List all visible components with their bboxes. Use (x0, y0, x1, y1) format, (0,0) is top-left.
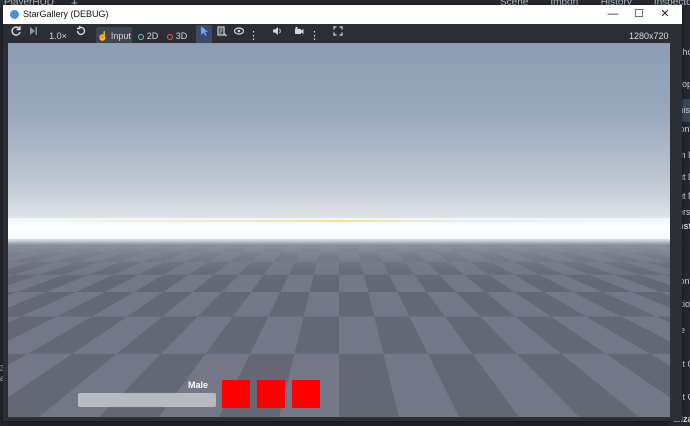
pointer-icon: ☝ (97, 31, 109, 41)
checkered-ground (8, 243, 670, 417)
refresh-icon[interactable] (9, 25, 23, 43)
step-forward-icon[interactable] (26, 25, 40, 43)
game-viewport[interactable] (8, 43, 670, 417)
camera-icon[interactable] (291, 25, 307, 43)
minimize-button[interactable]: — (600, 5, 626, 24)
sky (8, 43, 670, 223)
hud-character-label: Male (188, 380, 209, 390)
mode-3d-dot-icon (166, 33, 173, 40)
horizon-line (8, 220, 670, 222)
eye-icon[interactable] (231, 25, 247, 43)
app-icon (10, 10, 19, 19)
hud-slot-2[interactable] (257, 380, 285, 408)
mode-2d-label: 2D (146, 31, 159, 41)
mode-2d-dot-icon (137, 33, 144, 40)
hud-input-bar[interactable] (78, 393, 216, 407)
speaker-icon[interactable] (269, 25, 285, 43)
window-title: StarGallery (DEBUG) (23, 9, 109, 19)
hud-slot-3[interactable] (292, 380, 320, 408)
list-icon[interactable] (214, 25, 230, 43)
close-button[interactable]: ✕ (652, 5, 678, 24)
mode-3d-label: 3D (175, 31, 188, 41)
maximize-button[interactable]: ☐ (626, 5, 652, 24)
ground-haze (8, 239, 670, 245)
hud-slot-1[interactable] (222, 380, 250, 408)
select-arrow-icon[interactable] (196, 25, 212, 43)
title-bar: StarGallery (DEBUG) — ☐ ✕ (3, 5, 682, 24)
fullscreen-icon[interactable] (330, 25, 346, 43)
input-label: Input (110, 31, 131, 41)
reload-icon[interactable] (73, 25, 89, 43)
